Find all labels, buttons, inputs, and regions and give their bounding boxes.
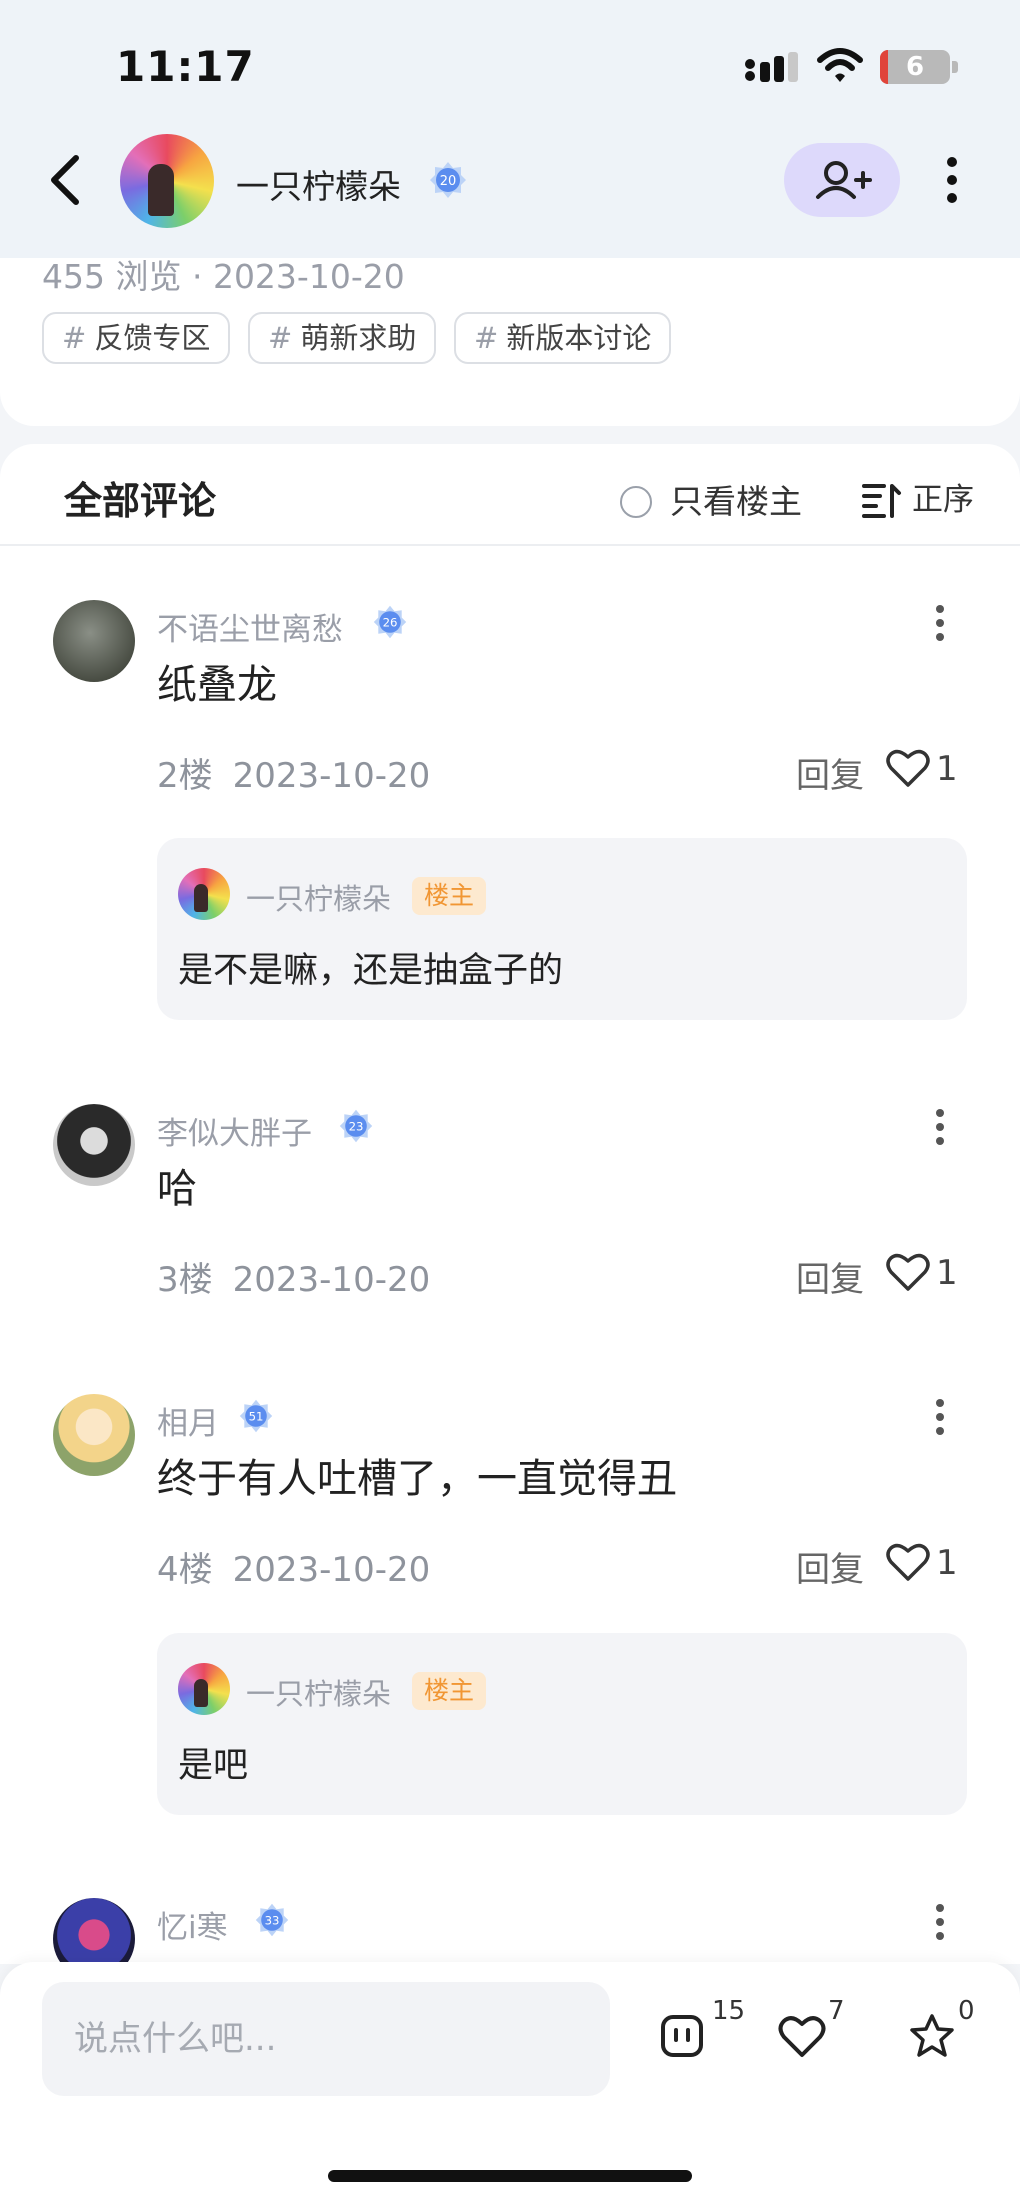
comment-more-icon[interactable] bbox=[934, 1107, 946, 1147]
sort-icon bbox=[862, 484, 901, 518]
comment-avatar[interactable] bbox=[53, 600, 135, 682]
comment-avatar[interactable] bbox=[53, 1104, 135, 1186]
tag-hash: # bbox=[268, 321, 293, 355]
star-icon[interactable] bbox=[908, 2012, 956, 2060]
level-badge: 33 bbox=[255, 1903, 289, 1937]
comment-date: 2023-10-20 bbox=[232, 1550, 431, 1590]
tag-hash: # bbox=[474, 321, 499, 355]
battery-tip bbox=[952, 61, 958, 73]
comment-floor: 4楼 2023-10-20 bbox=[157, 1542, 430, 1591]
reply-box bbox=[157, 1633, 967, 1815]
level-number: 33 bbox=[265, 1914, 280, 1928]
author-avatar[interactable] bbox=[120, 134, 214, 228]
like-button[interactable]: 1 bbox=[886, 748, 958, 789]
comment-floor: 3楼 2023-10-20 bbox=[157, 1252, 430, 1301]
owner-badge: 楼主 bbox=[412, 1672, 487, 1710]
reply-text: 是吧 bbox=[178, 1746, 249, 1786]
comment-icon[interactable] bbox=[658, 2012, 706, 2060]
comment-count: 15 bbox=[712, 1996, 746, 2026]
level-badge: 23 bbox=[339, 1109, 373, 1143]
comment-input[interactable]: 说点什么吧... bbox=[42, 1982, 610, 2096]
sort-label: 正序 bbox=[912, 482, 974, 518]
like-count: 1 bbox=[936, 749, 958, 789]
reply-button[interactable]: 回复 bbox=[796, 748, 864, 797]
tag-label: 萌新求助 bbox=[300, 321, 417, 355]
reply-username[interactable]: 一只柠檬朵 bbox=[246, 1671, 391, 1713]
level-number: 23 bbox=[349, 1120, 364, 1134]
floor-number: 2楼 bbox=[157, 756, 213, 796]
like-button[interactable]: 1 bbox=[886, 1542, 958, 1583]
reply-username[interactable]: 一只柠檬朵 bbox=[246, 876, 391, 918]
comment-text: 终于有人吐槽了，一直觉得丑 bbox=[157, 1456, 677, 1502]
radio-icon bbox=[620, 486, 652, 518]
owner-badge: 楼主 bbox=[412, 877, 487, 915]
floor-number: 4楼 bbox=[157, 1550, 213, 1590]
follow-button[interactable] bbox=[784, 143, 900, 217]
comments-title: 全部评论 bbox=[64, 479, 217, 523]
tag-new-version[interactable]: # 新版本讨论 bbox=[454, 312, 672, 364]
star-count: 0 bbox=[958, 1996, 975, 2026]
level-badge: 26 bbox=[373, 605, 407, 639]
reply-avatar[interactable] bbox=[178, 868, 230, 920]
level-badge: 51 bbox=[239, 1399, 273, 1433]
cellular-signal-icon bbox=[745, 52, 798, 82]
reply-text: 是不是嘛，还是抽盒子的 bbox=[178, 951, 564, 991]
home-indicator bbox=[328, 2170, 692, 2182]
tag-hash: # bbox=[62, 321, 87, 355]
battery-level: 6 bbox=[905, 52, 925, 82]
reply-button[interactable]: 回复 bbox=[796, 1252, 864, 1301]
comment-username[interactable]: 相月 bbox=[157, 1398, 219, 1443]
comment-more-icon[interactable] bbox=[934, 1397, 946, 1437]
sort-toggle[interactable]: 正序 bbox=[862, 474, 974, 519]
like-button[interactable]: 1 bbox=[886, 1252, 958, 1293]
comment-floor: 2楼 2023-10-20 bbox=[157, 748, 430, 797]
comment-text: 纸叠龙 bbox=[157, 662, 277, 708]
comment-date: 2023-10-20 bbox=[232, 1260, 431, 1300]
level-number: 20 bbox=[440, 174, 457, 189]
back-arrow-icon[interactable] bbox=[46, 150, 86, 210]
divider bbox=[0, 544, 1020, 546]
only-host-label: 只看楼主 bbox=[670, 482, 802, 521]
comment-username[interactable]: 李似大胖子 bbox=[157, 1108, 312, 1153]
comment-username[interactable]: 不语尘世离愁 bbox=[157, 604, 343, 649]
comment-username[interactable]: 忆i寒 bbox=[157, 1902, 228, 1947]
comment-avatar[interactable] bbox=[53, 1394, 135, 1476]
heart-icon bbox=[886, 1253, 930, 1291]
heart-icon bbox=[886, 749, 930, 787]
more-options-icon[interactable] bbox=[940, 150, 964, 210]
battery-icon: 6 bbox=[880, 50, 950, 84]
like-total-count: 7 bbox=[828, 1996, 845, 2026]
tag-label: 反馈专区 bbox=[94, 321, 211, 355]
level-number: 26 bbox=[383, 616, 398, 630]
heart-icon bbox=[886, 1543, 930, 1581]
wifi-icon bbox=[817, 48, 863, 82]
author-name[interactable]: 一只柠檬朵 bbox=[236, 160, 401, 208]
comment-more-icon[interactable] bbox=[934, 1902, 946, 1942]
heart-icon[interactable] bbox=[778, 2012, 826, 2060]
status-time: 11:17 bbox=[116, 42, 255, 91]
reply-avatar[interactable] bbox=[178, 1663, 230, 1715]
comment-text: 哈 bbox=[157, 1166, 197, 1212]
level-badge: 20 bbox=[430, 162, 466, 198]
tag-label: 新版本讨论 bbox=[506, 321, 652, 355]
floor-number: 3楼 bbox=[157, 1260, 213, 1300]
like-count: 1 bbox=[936, 1253, 958, 1293]
only-host-toggle[interactable]: 只看楼主 bbox=[620, 475, 802, 523]
reply-button[interactable]: 回复 bbox=[796, 1542, 864, 1591]
tag-feedback[interactable]: # 反馈专区 bbox=[42, 312, 231, 364]
add-user-icon bbox=[816, 161, 872, 199]
level-number: 51 bbox=[249, 1410, 264, 1424]
tag-newbie-help[interactable]: # 萌新求助 bbox=[248, 312, 437, 364]
comment-more-icon[interactable] bbox=[934, 603, 946, 643]
comment-date: 2023-10-20 bbox=[232, 756, 431, 796]
like-count: 1 bbox=[936, 1543, 958, 1583]
